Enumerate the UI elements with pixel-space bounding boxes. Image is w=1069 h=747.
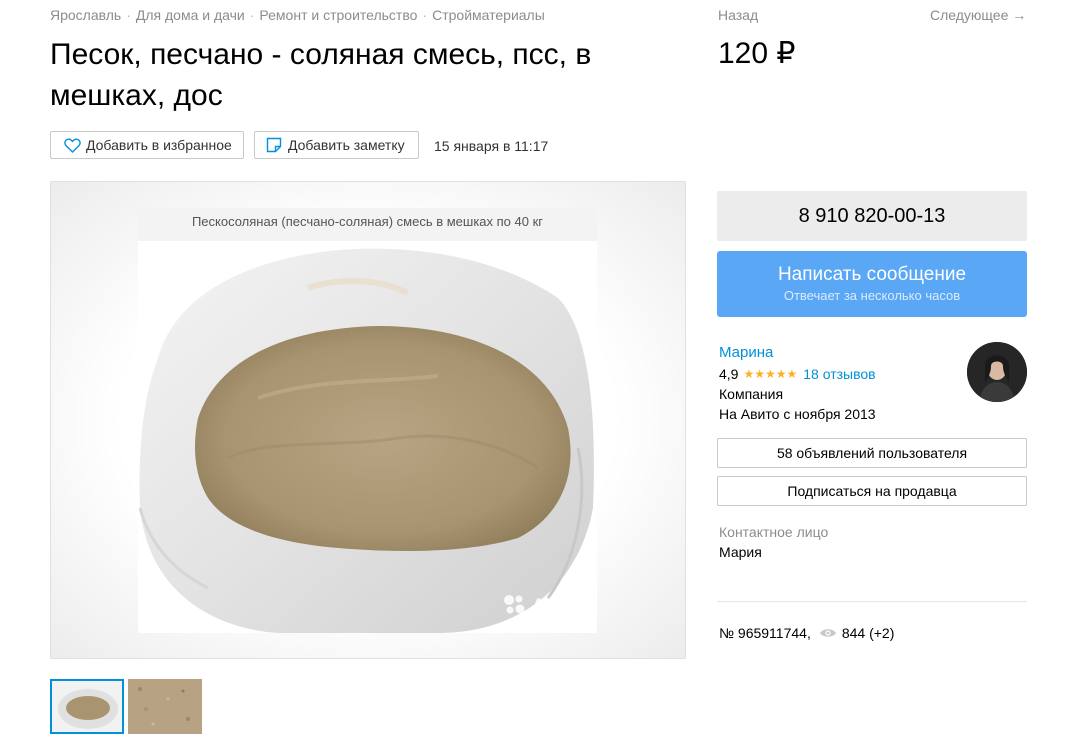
seller-rating: 4,9 ★★★★★ 18 отзывов <box>719 366 876 382</box>
add-note-label: Добавить заметку <box>288 137 405 153</box>
rating-stars-icon: ★★★★★ <box>743 367 798 381</box>
note-icon <box>265 136 283 154</box>
breadcrumb-item-repair[interactable]: Ремонт и строительство <box>259 7 417 23</box>
thumbnail-1-image <box>52 681 122 732</box>
breadcrumb-separator: · <box>422 7 428 23</box>
breadcrumb-item-home[interactable]: Для дома и дачи <box>136 7 245 23</box>
add-note-button[interactable]: Добавить заметку <box>254 131 419 159</box>
listing-meta: № 965911744, 844 (+2) <box>719 625 894 641</box>
contact-person-label: Контактное лицо <box>719 524 829 540</box>
publish-date: 15 января в 11:17 <box>434 138 549 154</box>
response-time-label: Отвечает за несколько часов <box>783 288 961 303</box>
view-count: 844 (+2) <box>841 625 895 641</box>
price: 120 ₽ <box>718 37 796 70</box>
show-phone-button[interactable]: 8 910 820-00-13 <box>717 191 1027 241</box>
thumbnail-2[interactable] <box>128 679 202 734</box>
thumbnail-2-image <box>128 679 202 734</box>
seller-type: Компания <box>719 386 784 402</box>
avatar-image <box>967 342 1027 402</box>
back-link[interactable]: Назад <box>718 7 758 23</box>
breadcrumb-separator: · <box>249 7 255 23</box>
breadcrumb-separator: · <box>126 7 131 23</box>
page-title: Песок, песчано - соляная смесь, псс, в м… <box>50 38 592 112</box>
write-message-label: Написать сообщение <box>777 264 967 285</box>
seller-since: На Авито с ноября 2013 <box>719 406 876 422</box>
subscribe-seller-button[interactable]: Подписаться на продавца <box>717 476 1027 506</box>
divider <box>717 601 1027 602</box>
rating-value: 4,9 <box>719 366 739 382</box>
reviews-link[interactable]: 18 отзывов <box>803 366 875 382</box>
contact-person-name: Мария <box>719 544 762 560</box>
next-link[interactable]: Следующее → <box>930 7 1026 23</box>
listing-id: № 965911744, <box>719 625 811 641</box>
add-to-favorites-label: Добавить в избранное <box>86 137 232 153</box>
avatar[interactable] <box>967 342 1027 402</box>
avito-watermark: Avito <box>501 591 585 623</box>
avito-logo-icon <box>501 591 527 623</box>
heart-icon <box>63 136 81 154</box>
breadcrumb-item-materials[interactable]: Стройматериалы <box>432 7 545 23</box>
add-to-favorites-button[interactable]: Добавить в избранное <box>50 131 244 159</box>
thumbnail-1[interactable] <box>50 679 124 734</box>
main-photo[interactable]: Пескосоляная (песчано-соляная) смесь в м… <box>138 208 597 633</box>
seller-name-link[interactable]: Марина <box>719 344 773 361</box>
seller-ads-button[interactable]: 58 объявлений пользователя <box>717 438 1027 468</box>
sand-bag-image <box>138 241 597 633</box>
avito-watermark-text: Avito <box>530 594 585 619</box>
write-message-button[interactable]: Написать сообщение Отвечает за несколько… <box>717 251 1027 317</box>
eye-icon <box>819 627 837 639</box>
breadcrumb-item-city[interactable]: Ярославль <box>50 7 121 23</box>
breadcrumb: Ярославль · Для дома и дачи · Ремонт и строи… <box>50 7 545 23</box>
